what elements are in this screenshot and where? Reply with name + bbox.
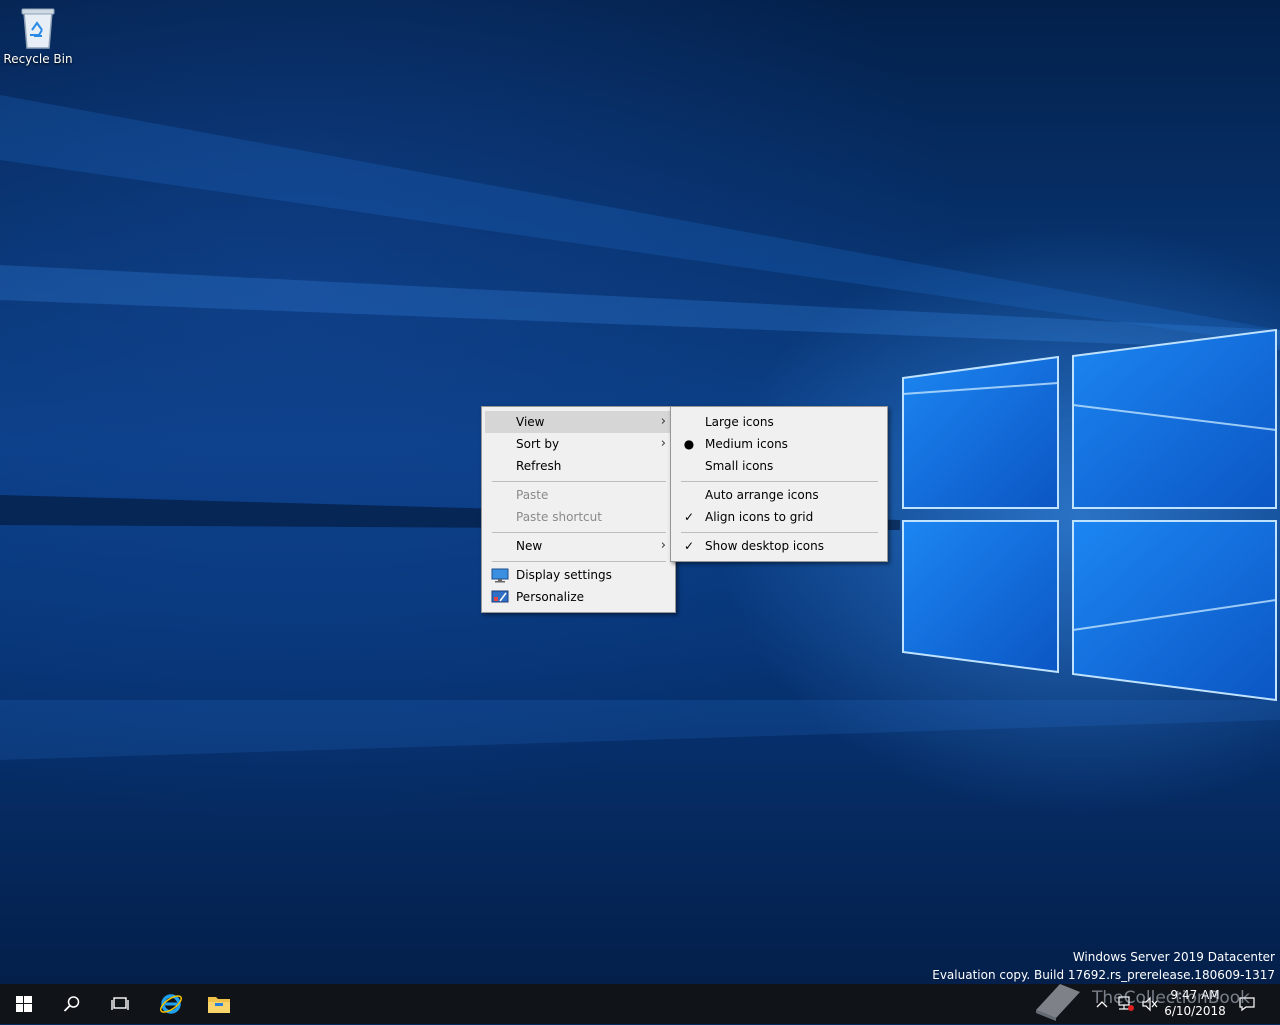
menu-item-label: Medium icons [705, 437, 788, 451]
recycle-bin-icon [21, 8, 55, 49]
chevron-right-icon: › [660, 436, 666, 451]
menu-item-view[interactable]: View › [485, 411, 672, 433]
credit-text: TheCollectionBook [1092, 988, 1251, 1008]
menu-item-label: Sort by [516, 437, 560, 451]
watermark-edition: Windows Server 2019 Datacenter [1072, 950, 1275, 964]
menu-item-label: Align icons to grid [705, 510, 814, 524]
internet-explorer-icon [160, 994, 182, 1014]
menu-item-display-settings[interactable]: Display settings [485, 564, 672, 586]
menu-separator [492, 561, 666, 562]
menu-separator [492, 481, 666, 482]
menu-item-label: Refresh [516, 459, 562, 473]
menu-item-label: Show desktop icons [705, 539, 825, 553]
menu-separator [681, 481, 878, 482]
internet-explorer-button[interactable] [147, 984, 195, 1024]
desktop[interactable]: Recycle Bin Windows Server 2019 Datacent… [0, 0, 1280, 984]
menu-item-paste[interactable]: Paste [485, 484, 672, 506]
search-button[interactable] [48, 984, 96, 1024]
menu-item-large-icons[interactable]: Large icons [674, 411, 884, 433]
checkmark-icon: ✓ [683, 510, 695, 524]
menu-item-label: Auto arrange icons [705, 488, 819, 502]
menu-item-sort-by[interactable]: Sort by › [485, 433, 672, 455]
search-icon [63, 996, 80, 1012]
desktop-icon-label: Recycle Bin [3, 52, 73, 66]
menu-item-personalize[interactable]: Personalize [485, 586, 672, 608]
desktop-icon-recycle-bin[interactable]: Recycle Bin [2, 4, 74, 74]
file-explorer-button[interactable] [195, 984, 243, 1024]
menu-separator [492, 532, 666, 533]
menu-item-label: New [516, 539, 543, 553]
task-view-button[interactable] [96, 984, 144, 1024]
menu-item-label: Personalize [516, 590, 585, 604]
chevron-right-icon: › [660, 538, 666, 553]
checkmark-icon: ✓ [683, 539, 695, 553]
menu-item-small-icons[interactable]: Small icons [674, 455, 884, 477]
credit-watermark: TheCollectionBook [1030, 976, 1260, 1022]
personalize-icon [491, 590, 509, 603]
menu-item-label: Display settings [516, 568, 612, 582]
menu-separator [681, 532, 878, 533]
menu-item-label: Small icons [705, 459, 774, 473]
bullet-icon: ● [683, 437, 695, 451]
menu-item-show-desktop-icons[interactable]: ✓ Show desktop icons [674, 535, 884, 557]
menu-item-label: Paste [516, 488, 549, 502]
menu-item-paste-shortcut[interactable]: Paste shortcut [485, 506, 672, 528]
book-icon [1036, 984, 1080, 1021]
menu-item-label: Large icons [705, 415, 774, 429]
menu-item-refresh[interactable]: Refresh [485, 455, 672, 477]
menu-item-label: View [516, 415, 545, 429]
menu-item-new[interactable]: New › [485, 535, 672, 557]
task-view-icon [111, 997, 129, 1010]
view-submenu: Large icons ● Medium icons Small icons A… [670, 406, 888, 562]
start-button[interactable] [0, 984, 48, 1024]
desktop-context-menu: View › Sort by › Refresh Paste Paste sho… [481, 406, 676, 613]
file-explorer-icon [208, 997, 230, 1013]
display-settings-icon [491, 568, 509, 583]
menu-item-auto-arrange-icons[interactable]: Auto arrange icons [674, 484, 884, 506]
start-icon [16, 996, 32, 1012]
chevron-right-icon: › [660, 414, 666, 429]
menu-item-label: Paste shortcut [516, 510, 602, 524]
menu-item-medium-icons[interactable]: ● Medium icons [674, 433, 884, 455]
menu-item-align-icons-to-grid[interactable]: ✓ Align icons to grid [674, 506, 884, 528]
